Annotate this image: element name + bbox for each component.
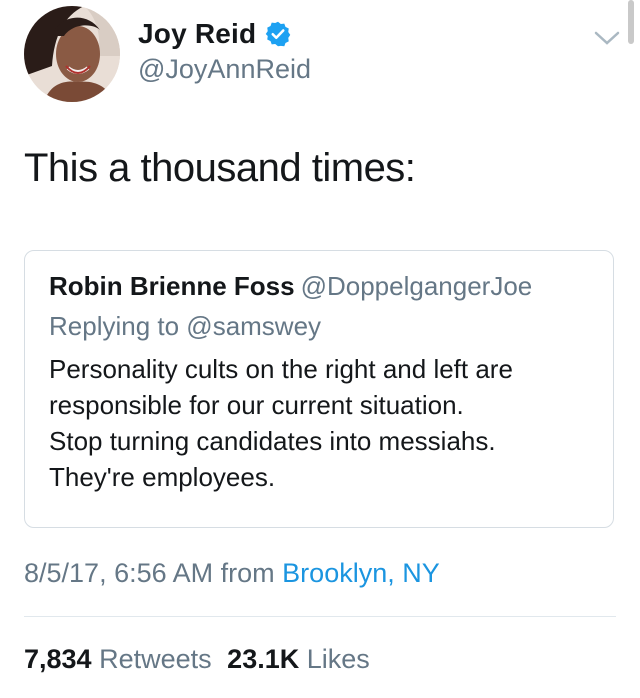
quoted-header: Robin Brienne Foss @DoppelgangerJoe [49, 271, 532, 302]
quoted-author-name: Robin Brienne Foss [49, 271, 295, 301]
likes-label: Likes [306, 644, 370, 674]
divider [24, 616, 616, 617]
tweet-meta: 8/5/17, 6:56 AM from Brooklyn, NY [24, 558, 440, 589]
retweets-stat[interactable]: 7,834 Retweets [24, 644, 212, 674]
quoted-body-line: They're employees. [49, 462, 276, 492]
retweets-label: Retweets [99, 644, 212, 674]
replying-to: Replying to @samswey [49, 311, 322, 341]
quoted-author-handle: @DoppelgangerJoe [300, 271, 533, 301]
location-link[interactable]: Brooklyn, NY [282, 558, 440, 588]
verified-badge-icon [264, 20, 292, 48]
author-name[interactable]: Joy Reid [138, 18, 256, 50]
likes-stat[interactable]: 23.1K Likes [227, 644, 370, 674]
likes-count: 23.1K [227, 644, 300, 674]
timestamp[interactable]: 8/5/17, 6:56 AM [24, 558, 213, 588]
scrollbar[interactable] [628, 0, 634, 44]
tweet-stats: 7,834 Retweets 23.1K Likes [24, 644, 370, 675]
quoted-body-line: Stop turning candidates into messiahs. [49, 426, 496, 456]
tweet-text: This a thousand times: [24, 146, 416, 190]
quoted-body: Personality cults on the right and left … [49, 351, 599, 495]
quoted-body-line: responsible for our current situation. [49, 390, 464, 420]
quoted-tweet[interactable]: Robin Brienne Foss @DoppelgangerJoe Reply… [24, 250, 614, 528]
retweets-count: 7,834 [24, 644, 92, 674]
chevron-down-icon[interactable] [594, 30, 620, 51]
author-handle[interactable]: @JoyAnnReid [138, 54, 311, 85]
quoted-body-line: Personality cults on the right and left … [49, 354, 513, 384]
from-label: from [220, 558, 275, 588]
avatar[interactable] [24, 6, 120, 102]
